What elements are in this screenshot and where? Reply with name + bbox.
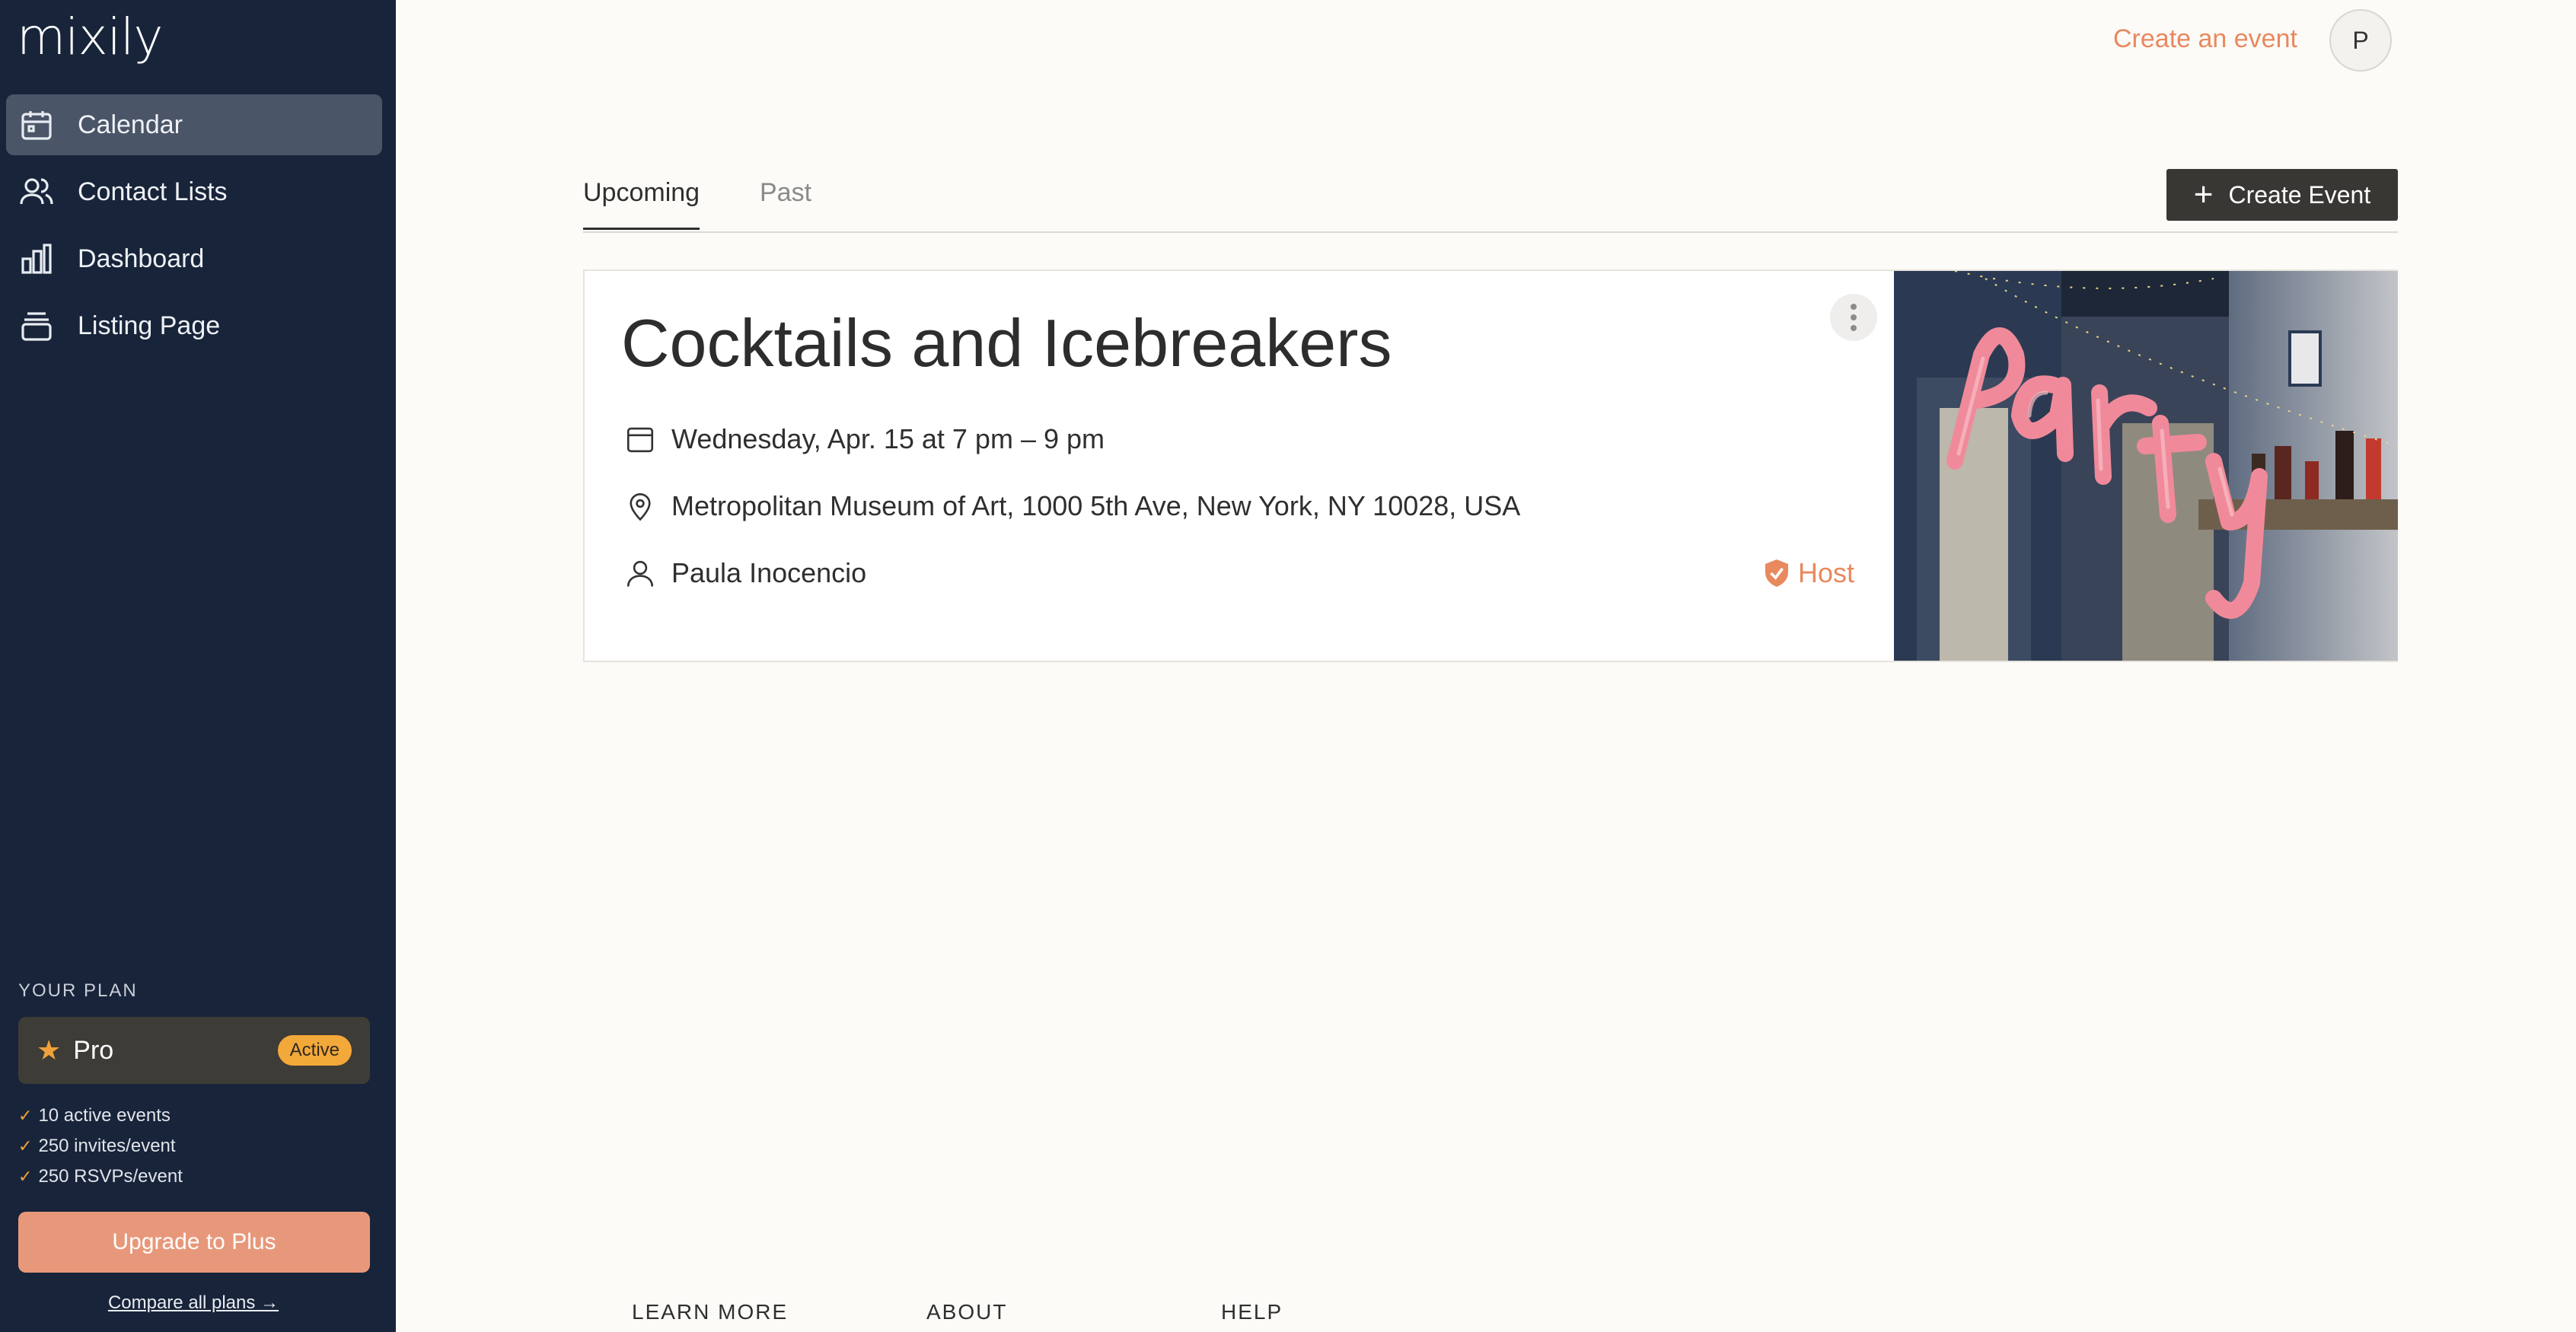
sidebar-item-listing-page[interactable]: Listing Page [6,295,382,356]
layers-icon [21,312,52,341]
dot-icon [1851,314,1857,320]
more-options-button[interactable] [1830,294,1877,341]
sidebar: mixily Calendar Contact Lists Dashboard [0,0,396,1332]
event-host-name: Paula Inocencio [671,557,867,588]
event-date-row: Wednesday, Apr. 15 at 7 pm – 9 pm [624,423,1105,455]
create-event-link[interactable]: Create an event [2113,24,2297,54]
avatar[interactable]: P [2329,9,2392,72]
calendar-icon [21,111,52,140]
plan-feature-label: 10 active events [38,1105,171,1126]
host-role-label: Host [1798,557,1855,588]
calendar-icon [626,427,654,453]
check-icon: ✓ [18,1136,33,1155]
map-pin-icon [630,492,651,521]
dot-icon [1851,304,1857,310]
check-icon: ✓ [18,1106,33,1125]
create-event-label: Create Event [2228,180,2371,209]
plus-icon: + [2193,176,2214,213]
users-icon [20,178,53,205]
sidebar-item-label: Listing Page [78,311,221,340]
bar-chart-icon [21,244,52,274]
event-cover-image[interactable] [1894,271,2398,661]
event-card[interactable]: Cocktails and Icebreakers Wednesday, Apr… [583,269,2398,662]
sidebar-item-label: Contact Lists [78,177,228,206]
upgrade-button[interactable]: Upgrade to Plus [18,1212,370,1273]
app-logo[interactable]: mixily [17,8,163,66]
check-icon: ✓ [18,1167,33,1186]
event-host-row: Paula Inocencio [624,557,866,589]
host-role-badge: Host [1763,557,1854,589]
star-icon: ★ [37,1034,62,1066]
event-tabs: Upcoming Past [583,172,2398,233]
plan-name: Pro [73,1035,114,1065]
plan-status-badge: Active [277,1035,352,1066]
tab-upcoming[interactable]: Upcoming [583,178,700,230]
sidebar-item-label: Calendar [78,110,183,139]
create-event-button[interactable]: + Create Event [2166,169,2398,221]
party-photo [1894,271,2398,661]
shield-check-icon [1765,559,1788,587]
plan-card: ★ Pro Active [18,1017,370,1084]
plan-feature: ✓ 250 invites/event [18,1131,183,1162]
footer-learn-more: LEARN MORE [632,1300,789,1324]
sidebar-item-contact-lists[interactable]: Contact Lists [6,161,382,222]
event-location-row: Metropolitan Museum of Art, 1000 5th Ave… [624,490,1520,522]
dot-icon [1851,325,1857,331]
event-location: Metropolitan Museum of Art, 1000 5th Ave… [671,490,1521,521]
user-icon [626,560,654,587]
event-title[interactable]: Cocktails and Icebreakers [621,304,1392,382]
plan-feature: ✓ 10 active events [18,1101,183,1131]
plan-feature-label: 250 RSVPs/event [38,1166,183,1187]
sidebar-item-label: Dashboard [78,244,205,273]
sidebar-item-dashboard[interactable]: Dashboard [6,228,382,289]
footer-about: ABOUT [926,1300,1008,1324]
plan-features: ✓ 10 active events ✓ 250 invites/event ✓… [18,1101,183,1192]
event-datetime: Wednesday, Apr. 15 at 7 pm – 9 pm [671,423,1105,454]
plan-feature-label: 250 invites/event [38,1136,176,1156]
plan-feature: ✓ 250 RSVPs/event [18,1162,183,1192]
footer-help: HELP [1221,1300,1283,1324]
sidebar-item-calendar[interactable]: Calendar [6,94,382,155]
tab-past[interactable]: Past [760,178,811,228]
sidebar-nav: Calendar Contact Lists Dashboard Listing… [6,94,382,362]
plan-heading: YOUR PLAN [18,980,138,1001]
compare-plans-link[interactable]: Compare all plans → [0,1292,387,1314]
